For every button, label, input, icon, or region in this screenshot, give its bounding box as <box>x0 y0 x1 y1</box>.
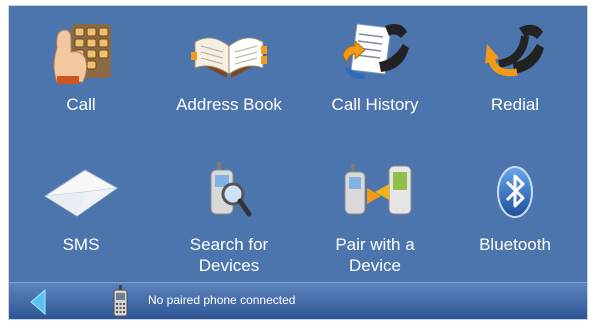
redial-arrow-phone-icon <box>473 18 557 84</box>
redial-label: Redial <box>490 95 540 114</box>
search-for-devices-label: Search for Devices <box>189 235 269 275</box>
bluetooth-label: Bluetooth <box>479 235 551 254</box>
phone-magnifier-icon <box>187 158 271 224</box>
history-document-phone-icon <box>333 18 417 84</box>
call-history-label: Call History <box>331 95 419 114</box>
open-book-icon <box>187 18 271 84</box>
pair-phones-icon <box>333 158 417 224</box>
dialpad-hand-icon <box>39 18 123 84</box>
back-button[interactable] <box>27 288 51 316</box>
back-arrow-icon <box>30 288 46 316</box>
phone-menu-screen: Call Address Book Call History Redial SM… <box>9 6 587 319</box>
call-history-button[interactable]: Call History <box>303 6 447 136</box>
address-book-button[interactable]: Address Book <box>157 6 301 136</box>
call-button[interactable]: Call <box>9 6 153 136</box>
bluetooth-icon <box>473 158 557 224</box>
mobile-phone-icon <box>109 285 131 318</box>
address-book-label: Address Book <box>176 95 282 114</box>
sms-button[interactable]: SMS <box>9 146 153 276</box>
call-label: Call <box>66 95 96 114</box>
status-bar: No paired phone connected <box>9 282 587 319</box>
sms-label: SMS <box>62 235 100 254</box>
envelope-icon <box>39 158 123 224</box>
phone-connection-status-text: No paired phone connected <box>148 293 296 307</box>
redial-button[interactable]: Redial <box>443 6 587 136</box>
pair-with-a-device-button[interactable]: Pair with a Device <box>303 146 447 276</box>
pair-with-a-device-label: Pair with a Device <box>335 235 415 275</box>
search-for-devices-button[interactable]: Search for Devices <box>157 146 301 276</box>
bluetooth-button[interactable]: Bluetooth <box>443 146 587 276</box>
